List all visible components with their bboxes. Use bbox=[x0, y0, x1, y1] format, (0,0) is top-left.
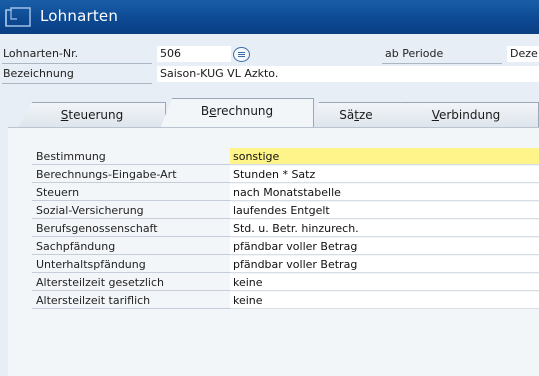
lohnart-nr-label: Lohnarten-Nr. bbox=[3, 47, 79, 60]
lohnart-nr-underline bbox=[2, 63, 152, 64]
title-bar: Lohnarten bbox=[0, 0, 539, 34]
field-row-sozial-versicherung: Sozial-Versicherung laufendes Entgelt bbox=[32, 202, 539, 220]
field-row-altersteilzeit-tariflich: Altersteilzeit tariflich keine bbox=[32, 292, 539, 310]
field-label: Berechnungs-Eingabe-Art bbox=[32, 166, 230, 183]
field-row-berufsgenossenschaft: Berufsgenossenschaft Std. u. Betr. hinzu… bbox=[32, 220, 539, 238]
lookup-list-button[interactable] bbox=[233, 47, 250, 62]
tab-saetze-label-rest: ze bbox=[359, 108, 373, 122]
ab-periode-underline bbox=[382, 63, 502, 64]
field-label: Sachpfändung bbox=[32, 238, 230, 255]
field-row-altersteilzeit-gesetzlich: Altersteilzeit gesetzlich keine bbox=[32, 274, 539, 292]
bezeichnung-field[interactable]: Saison-KUG VL Azkto. bbox=[157, 66, 539, 82]
window-title: Lohnarten bbox=[40, 7, 119, 25]
tab-strip: Steuerung Sätze Verbindung Berechnung bbox=[0, 94, 539, 129]
lohnart-nr-field[interactable]: 506 bbox=[157, 46, 231, 62]
field-value-steuern[interactable]: nach Monatstabelle bbox=[230, 184, 539, 201]
bezeichnung-underline bbox=[2, 83, 152, 84]
tab-steuerung-label-rest: teuerung bbox=[68, 108, 124, 122]
field-row-unterhaltspfaendung: Unterhaltspfändung pfändbar voller Betra… bbox=[32, 256, 539, 274]
header-area: Lohnarten-Nr. 506 ab Periode Deze Bezeic… bbox=[0, 34, 539, 94]
field-row-bestimmung: Bestimmung sonstige bbox=[32, 148, 539, 166]
tab-berechnung-label-pre: B bbox=[200, 104, 210, 118]
field-row-sachpfaendung: Sachpfändung pfändbar voller Betrag bbox=[32, 238, 539, 256]
field-label: Sozial-Versicherung bbox=[32, 202, 230, 219]
tab-steuerung[interactable]: Steuerung bbox=[18, 102, 166, 128]
field-value-sachpfaendung[interactable]: pfändbar voller Betrag bbox=[230, 238, 539, 255]
tab-saetze[interactable]: Sätze bbox=[305, 102, 407, 128]
field-value-sozial-versicherung[interactable]: laufendes Entgelt bbox=[230, 202, 539, 219]
field-label: Steuern bbox=[32, 184, 230, 201]
field-row-steuern: Steuern nach Monatstabelle bbox=[32, 184, 539, 202]
field-label: Unterhaltspfändung bbox=[32, 256, 230, 273]
field-label: Altersteilzeit tariflich bbox=[32, 292, 230, 309]
field-value-berufsgenossenschaft[interactable]: Std. u. Betr. hinzurech. bbox=[230, 220, 539, 237]
tab-verbindung-mnemonic: V bbox=[431, 108, 439, 122]
field-value-unterhaltspfaendung[interactable]: pfändbar voller Betrag bbox=[230, 256, 539, 273]
ab-periode-label: ab Periode bbox=[385, 47, 444, 60]
tab-saetze-label-pre: Sä bbox=[339, 108, 355, 122]
field-value-berechnungs-eingabe-art[interactable]: Stunden * Satz bbox=[230, 166, 539, 183]
field-row-berechnungs-eingabe-art: Berechnungs-Eingabe-Art Stunden * Satz bbox=[32, 166, 539, 184]
field-value-bestimmung[interactable]: sonstige bbox=[230, 148, 539, 165]
bezeichnung-label: Bezeichnung bbox=[3, 67, 74, 80]
tab-verbindung-label-rest: erbindung bbox=[438, 108, 501, 122]
field-value-altersteilzeit-tariflich[interactable]: keine bbox=[230, 292, 539, 309]
berechnung-panel: Bestimmung sonstige Berechnungs-Eingabe-… bbox=[8, 127, 539, 376]
tab-verbindung[interactable]: Verbindung bbox=[393, 102, 539, 128]
field-label: Berufsgenossenschaft bbox=[32, 220, 230, 237]
tab-berechnung-label-rest: rechnung bbox=[216, 104, 274, 118]
field-label: Bestimmung bbox=[32, 148, 230, 165]
tab-berechnung[interactable]: Berechnung bbox=[160, 98, 314, 129]
field-value-altersteilzeit-gesetzlich[interactable]: keine bbox=[230, 274, 539, 291]
form-window-icon bbox=[5, 7, 31, 27]
field-label: Altersteilzeit gesetzlich bbox=[32, 274, 230, 291]
ab-periode-field[interactable]: Deze bbox=[507, 46, 539, 62]
list-icon bbox=[238, 52, 245, 57]
